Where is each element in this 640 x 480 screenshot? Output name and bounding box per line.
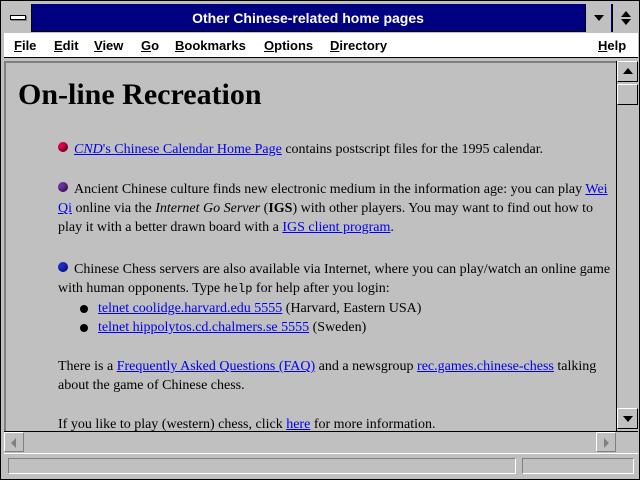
horizontal-scrollbar[interactable] — [4, 431, 638, 452]
restore-button[interactable] — [612, 4, 638, 32]
faq-text-2: and a newsgroup — [315, 359, 418, 374]
calendar-description: contains postscript files for the 1995 c… — [281, 142, 544, 157]
title-bar[interactable]: Other Chinese-related home pages — [4, 4, 638, 32]
go-text-2: online via the — [72, 201, 156, 216]
status-bar — [4, 453, 638, 478]
menu-edit[interactable]: Edit — [54, 38, 79, 53]
restore-icon-lower — [621, 19, 631, 25]
list-item: telnet hippolytos.cd.chalmers.se 5555 (S… — [80, 318, 421, 337]
minimize-icon — [594, 15, 604, 21]
telnet-list: telnet coolidge.harvard.edu 5555 (Harvar… — [80, 299, 421, 337]
telnet-harvard-note: (Harvard, Eastern USA) — [282, 301, 422, 316]
telnet-chalmers-link[interactable]: telnet hippolytos.cd.chalmers.se 5555 — [98, 320, 309, 335]
red-bullet-icon — [58, 142, 68, 152]
arrow-left-icon — [11, 438, 16, 448]
chess-item: Chinese Chess servers are also available… — [58, 260, 616, 299]
window-title: Other Chinese-related home pages — [192, 10, 424, 26]
restore-icon — [621, 11, 631, 17]
igs-client-link[interactable]: IGS client program — [282, 220, 390, 235]
menu-go[interactable]: Go — [141, 38, 159, 53]
cnd-calendar-link[interactable]: CND's Chinese Calendar Home Page — [74, 142, 282, 157]
igs-abbrev: IGS — [268, 201, 293, 216]
faq-link[interactable]: Frequently Asked Questions (FAQ) — [117, 359, 315, 374]
menu-directory[interactable]: Directory — [330, 38, 387, 53]
western-text-1: If you like to play (western) chess, cli… — [58, 417, 287, 431]
here-link[interactable]: here — [286, 417, 310, 431]
western-chess-paragraph: If you like to play (western) chess, cli… — [58, 415, 616, 431]
arrow-up-icon — [623, 68, 633, 74]
blue-bullet-icon — [58, 262, 68, 272]
cnd-link-emphasis: CND — [74, 142, 103, 157]
go-server-name: Internet Go Server — [155, 201, 261, 216]
scroll-right-button[interactable] — [596, 432, 616, 452]
telnet-chalmers-note: (Sweden) — [309, 320, 367, 335]
status-message — [8, 458, 516, 474]
menu-help[interactable]: Help — [598, 38, 626, 53]
chess-text-2: for help after you login: — [252, 281, 390, 296]
western-text-2: for more information. — [310, 417, 436, 431]
telnet-harvard-link[interactable]: telnet coolidge.harvard.edu 5555 — [98, 301, 282, 316]
go-text-1: Ancient Chinese culture finds new electr… — [74, 182, 586, 197]
faq-text-1: There is a — [58, 359, 117, 374]
menu-options[interactable]: Options — [264, 38, 313, 53]
go-text-5: . — [390, 220, 394, 235]
browser-window: Other Chinese-related home pages File Ed… — [0, 0, 640, 480]
page-heading: On-line Recreation — [18, 78, 262, 111]
faq-paragraph: There is a Frequently Asked Questions (F… — [58, 357, 616, 395]
menu-bookmarks[interactable]: Bookmarks — [175, 38, 246, 53]
vertical-scroll-thumb[interactable] — [617, 84, 638, 105]
scroll-down-button[interactable] — [617, 408, 638, 429]
cnd-link-text: 's Chinese Calendar Home Page — [102, 142, 282, 157]
menu-bar: File Edit View Go Bookmarks Options Dire… — [4, 33, 638, 58]
vertical-scrollbar[interactable] — [616, 61, 638, 431]
menu-file[interactable]: File — [14, 38, 36, 53]
arrow-down-icon — [623, 416, 633, 422]
scroll-left-button[interactable] — [4, 432, 24, 452]
progress-indicator — [522, 458, 634, 474]
scroll-up-button[interactable] — [617, 61, 638, 82]
page-content[interactable]: On-line Recreation CND's Chinese Calenda… — [4, 61, 616, 431]
calendar-item: CND's Chinese Calendar Home Page contain… — [58, 140, 616, 159]
menu-view[interactable]: View — [94, 38, 123, 53]
arrow-right-icon — [604, 438, 609, 448]
help-command: help — [223, 282, 253, 296]
newsgroup-link[interactable]: rec.games.chinese-chess — [417, 359, 554, 374]
minimize-button[interactable] — [585, 4, 611, 32]
go-item: Ancient Chinese culture finds new electr… — [58, 180, 616, 237]
system-menu-icon[interactable] — [4, 4, 32, 32]
list-item: telnet coolidge.harvard.edu 5555 (Harvar… — [80, 299, 421, 318]
purple-bullet-icon — [58, 182, 68, 192]
